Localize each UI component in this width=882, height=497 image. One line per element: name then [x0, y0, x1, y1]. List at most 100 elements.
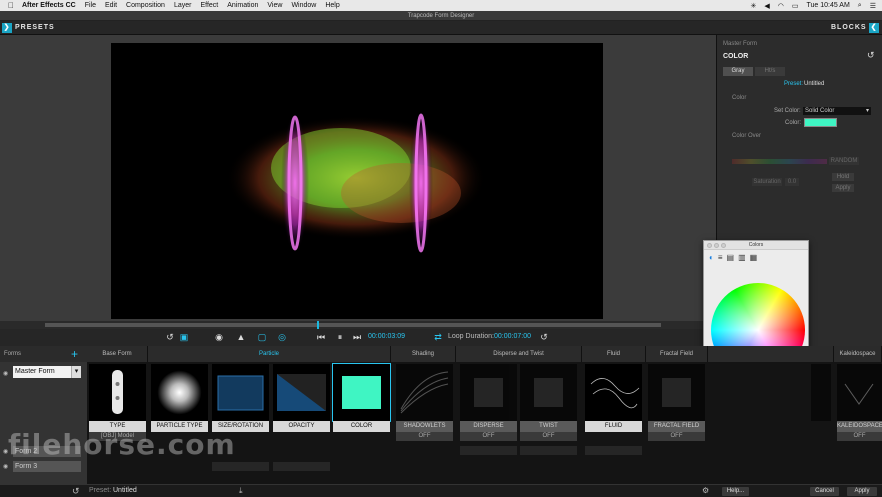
- set-color-dropdown[interactable]: Solid Color ▾: [803, 107, 871, 115]
- menu-layer[interactable]: Layer: [174, 2, 192, 9]
- menubar-clock[interactable]: Tue 10:45 AM: [806, 2, 849, 9]
- form-select-master[interactable]: Master Form ▾: [13, 366, 81, 378]
- camera-icon[interactable]: ▣: [178, 332, 190, 343]
- notification-center-icon[interactable]: ☰: [870, 2, 876, 10]
- tile-shadowlets[interactable]: [396, 364, 453, 421]
- tile-kaleidospace[interactable]: [837, 364, 882, 421]
- volume-icon[interactable]: ◀: [764, 2, 769, 10]
- panel-reset-icon[interactable]: ↺: [867, 50, 875, 61]
- color-over-gradient[interactable]: [732, 159, 827, 164]
- loop-reset-icon[interactable]: ↺: [539, 332, 549, 343]
- eye-icon[interactable]: ◉: [3, 370, 8, 377]
- tile-size-rotation[interactable]: [212, 364, 269, 421]
- menu-edit[interactable]: Edit: [105, 2, 117, 9]
- color-wheel-mode-icon[interactable]: ◐: [709, 253, 714, 262]
- crayons-mode-icon[interactable]: ▦: [750, 253, 758, 262]
- battery-icon[interactable]: ▭: [792, 2, 799, 10]
- tile-disperse[interactable]: [460, 364, 517, 421]
- tile-fractal-field-label[interactable]: FRACTAL FIELD: [648, 421, 705, 432]
- undo-icon[interactable]: ↺: [72, 486, 80, 497]
- color-sliders-mode-icon[interactable]: ≡: [718, 253, 723, 262]
- column-header-spacer: [708, 346, 834, 362]
- tile-opacity-label[interactable]: OPACITY: [273, 421, 330, 432]
- panel-preset-label: Preset:: [784, 81, 804, 87]
- color-swatch[interactable]: [804, 118, 837, 127]
- menu-view[interactable]: View: [267, 2, 282, 9]
- menu-composition[interactable]: Composition: [126, 2, 165, 9]
- loop-duration-value[interactable]: 00:00:07:00: [494, 333, 531, 340]
- frame-icon[interactable]: ▢: [256, 332, 268, 343]
- bottom-preset-value[interactable]: Untitled: [113, 487, 137, 494]
- apple-menu-icon[interactable]: : [0, 1, 22, 10]
- blocks-label[interactable]: BLOCKS: [831, 24, 867, 31]
- menu-window[interactable]: Window: [291, 2, 316, 9]
- menu-animation[interactable]: Animation: [227, 2, 258, 9]
- tile-fluid-label[interactable]: FLUID: [585, 421, 642, 432]
- panel-tab-gray[interactable]: Gray: [723, 67, 753, 76]
- gear-icon[interactable]: ⚙: [702, 486, 709, 495]
- tile-shadowlets-label[interactable]: SHADOWLETS: [396, 421, 453, 432]
- menu-effect[interactable]: Effect: [200, 2, 218, 9]
- add-form-icon[interactable]: +: [71, 347, 78, 361]
- scrubber-track[interactable]: [45, 323, 661, 327]
- close-icon[interactable]: [707, 243, 712, 248]
- composition-viewer[interactable]: [111, 43, 603, 319]
- playhead[interactable]: [317, 321, 319, 329]
- tile-color-label[interactable]: COLOR: [333, 421, 390, 432]
- save-preset-icon[interactable]: ⤓: [239, 486, 243, 496]
- form-row-3[interactable]: Form 3: [13, 461, 81, 472]
- tile-disperse-label[interactable]: DISPERSE: [460, 421, 517, 432]
- tile-type[interactable]: [89, 364, 146, 421]
- tile-color[interactable]: [332, 363, 391, 422]
- color-palettes-mode-icon[interactable]: ▤: [727, 253, 735, 262]
- tile-kaleidospace-label[interactable]: KALEIDOSPACE: [837, 421, 882, 432]
- empty-slot: [585, 446, 642, 455]
- apply-button[interactable]: Apply: [847, 487, 877, 496]
- reset-camera-icon[interactable]: ↺: [165, 332, 175, 343]
- form-select-label: Master Form: [15, 368, 55, 375]
- apply-panel-button[interactable]: Apply: [832, 184, 854, 192]
- grid-icon[interactable]: ▲: [235, 332, 247, 343]
- current-timecode[interactable]: 00:00:03:09: [368, 333, 405, 340]
- tile-opacity[interactable]: [273, 364, 330, 421]
- eye-icon[interactable]: ◎: [276, 332, 288, 343]
- saturation-value[interactable]: 0.0: [785, 178, 799, 186]
- light-icon[interactable]: ◉: [213, 332, 225, 343]
- column-header-label: Disperse and Twist: [493, 351, 544, 357]
- forward-icon[interactable]: ⏭: [352, 332, 362, 343]
- help-button[interactable]: Help...: [722, 487, 749, 496]
- eye-icon[interactable]: ◉: [3, 463, 8, 470]
- tile-twist-label[interactable]: TWIST: [520, 421, 577, 432]
- colors-mode-toolbar: ◐ ≡ ▤ ▥ ▦: [709, 253, 757, 262]
- loop-icon[interactable]: ⇄: [433, 332, 443, 343]
- color-over-mode[interactable]: RANDOM: [829, 157, 859, 165]
- minimize-icon[interactable]: [714, 243, 719, 248]
- tile-fractal-field-sub: OFF: [648, 432, 705, 441]
- blocks-toggle-icon[interactable]: ❮: [869, 23, 879, 33]
- tile-fluid[interactable]: [585, 364, 642, 421]
- presets-label[interactable]: PRESETS: [15, 24, 55, 31]
- tile-twist[interactable]: [520, 364, 577, 421]
- panel-preset-value[interactable]: Untitled: [804, 81, 824, 87]
- tile-particle-type[interactable]: [151, 364, 208, 421]
- presets-toggle-icon[interactable]: ❯: [2, 23, 12, 33]
- app-menu[interactable]: After Effects CC: [22, 2, 76, 9]
- timeline-scrubber[interactable]: [0, 321, 716, 329]
- wifi-icon[interactable]: ◠: [778, 2, 784, 10]
- panel-tab-hts[interactable]: Ht/s: [755, 67, 785, 76]
- tile-hidden-partial[interactable]: [811, 364, 831, 421]
- zoom-icon[interactable]: [721, 243, 726, 248]
- menu-file[interactable]: File: [85, 2, 96, 9]
- menu-help[interactable]: Help: [325, 2, 339, 9]
- image-palettes-mode-icon[interactable]: ▥: [738, 253, 746, 262]
- rewind-icon[interactable]: ⏮: [316, 332, 326, 343]
- bluetooth-icon[interactable]: ✳: [750, 2, 756, 10]
- cancel-button[interactable]: Cancel: [810, 487, 839, 496]
- hold-button[interactable]: Hold: [832, 173, 854, 181]
- tile-twist-sub: OFF: [520, 432, 577, 441]
- tile-fractal-field[interactable]: [648, 364, 705, 421]
- spotlight-icon[interactable]: ⌕: [858, 2, 862, 10]
- pause-icon[interactable]: ⏸: [335, 332, 345, 343]
- chevron-down-icon: ▾: [71, 366, 81, 378]
- column-header-fluid: Fluid: [582, 346, 646, 362]
